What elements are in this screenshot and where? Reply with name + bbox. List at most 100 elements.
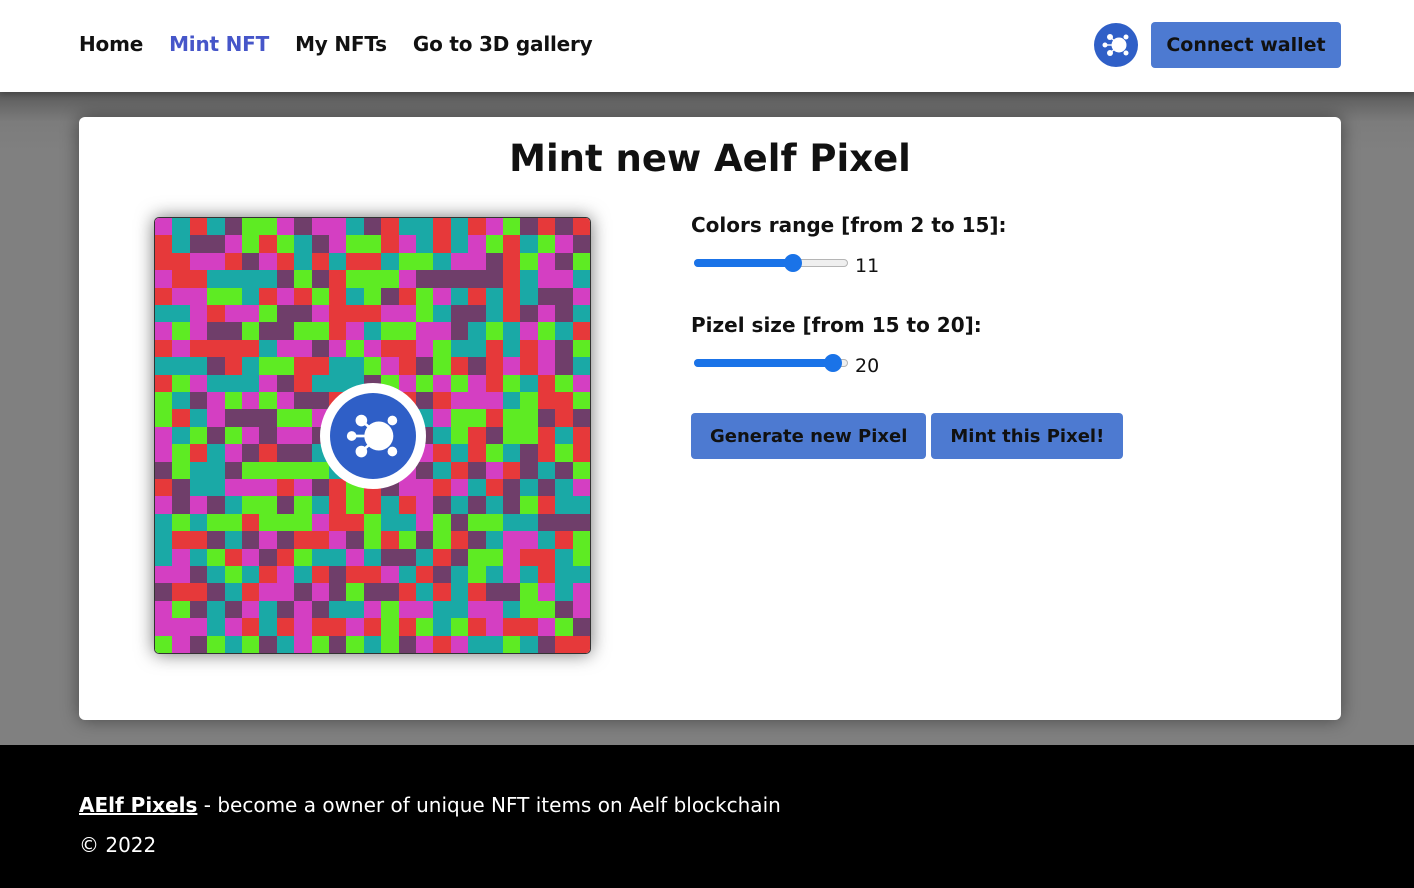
pixel-cell — [485, 548, 503, 566]
pixel-cell — [172, 270, 190, 288]
pixel-cell — [537, 235, 556, 253]
slider-thumb[interactable] — [784, 254, 802, 272]
pixel-cell — [450, 235, 469, 253]
footer-brand-link[interactable]: AElf Pixels — [79, 793, 197, 817]
pixel-cell — [276, 583, 295, 601]
pixel-cell — [346, 618, 364, 636]
generate-pixel-button[interactable]: Generate new Pixel — [691, 413, 927, 459]
slider-thumb[interactable] — [824, 354, 842, 372]
pixel-cell — [572, 478, 590, 497]
pixel-cell — [485, 426, 503, 445]
pixel-cell — [450, 409, 469, 427]
pixel-cell — [433, 565, 451, 584]
aelf-logo-icon[interactable] — [1094, 23, 1138, 67]
pixel-cell — [572, 426, 590, 445]
pixel-cell — [207, 357, 225, 375]
pixel-cell — [537, 478, 556, 497]
pixel-cell — [363, 357, 382, 375]
pixel-cell — [502, 270, 521, 288]
pixel-size-slider[interactable] — [691, 351, 851, 375]
pixel-cell — [241, 322, 260, 340]
pixel-cell — [224, 583, 242, 601]
pixel-cell — [207, 374, 225, 392]
pixel-cell — [555, 565, 573, 584]
pixel-cell — [520, 322, 538, 340]
footer-tagline-line: AElf Pixels - become a owner of unique N… — [79, 793, 781, 817]
pixel-cell — [572, 409, 590, 427]
pixel-cell — [224, 461, 242, 479]
pixel-cell — [294, 304, 312, 323]
pixel-cell — [450, 600, 469, 619]
pixel-cell — [276, 252, 295, 271]
pixel-cell — [502, 409, 521, 427]
pixel-cell — [346, 304, 364, 323]
pixel-cell — [346, 531, 364, 549]
pixel-cell — [433, 304, 451, 323]
pixel-cell — [189, 635, 208, 653]
pixel-cell — [572, 304, 590, 323]
footer-copyright: © 2022 — [79, 833, 157, 857]
pixel-cell — [276, 461, 295, 479]
main-nav: Home Mint NFT My NFTs Go to 3D gallery — [79, 32, 593, 56]
pixel-cell — [485, 618, 503, 636]
pixel-cell — [224, 252, 242, 271]
pixel-cell — [328, 357, 347, 375]
nav-3d-gallery[interactable]: Go to 3D gallery — [413, 32, 593, 56]
pixel-cell — [381, 287, 399, 305]
pixel-cell — [207, 478, 225, 497]
nav-my-nfts[interactable]: My NFTs — [295, 32, 387, 56]
pixel-cell — [520, 496, 538, 514]
pixel-cell — [485, 565, 503, 584]
pixel-cell — [415, 600, 434, 619]
pixel-cell — [276, 513, 295, 532]
pixel-cell — [224, 357, 242, 375]
pixel-cell — [241, 478, 260, 497]
pixel-cell — [363, 565, 382, 584]
pixel-cell — [172, 339, 190, 358]
pixel-cell — [433, 426, 451, 445]
pixel-cell — [259, 322, 277, 340]
pixel-cell — [450, 374, 469, 392]
pixel-cell — [381, 600, 399, 619]
pixel-cell — [555, 600, 573, 619]
pixel-cell — [450, 531, 469, 549]
pixel-cell — [224, 391, 242, 410]
pixel-cell — [485, 461, 503, 479]
pixel-cell — [241, 548, 260, 566]
nav-mint-nft[interactable]: Mint NFT — [169, 32, 269, 56]
pixel-cell — [294, 565, 312, 584]
pixel-cell — [155, 444, 173, 462]
pixel-cell — [485, 444, 503, 462]
pixel-cell — [294, 426, 312, 445]
pixel-cell — [311, 339, 329, 358]
pixel-cell — [155, 461, 173, 479]
page-title: Mint new Aelf Pixel — [509, 137, 911, 180]
pixel-cell — [520, 618, 538, 636]
pixel-cell — [433, 322, 451, 340]
pixel-cell — [259, 252, 277, 271]
pixel-cell — [433, 270, 451, 288]
pixel-cell — [189, 548, 208, 566]
pixel-cell — [381, 618, 399, 636]
pixel-cell — [311, 583, 329, 601]
pixel-cell — [433, 513, 451, 532]
pixel-cell — [450, 618, 469, 636]
pixel-cell — [328, 287, 347, 305]
connect-wallet-button[interactable]: Connect wallet — [1151, 22, 1341, 68]
pixel-cell — [415, 461, 434, 479]
pixel-cell — [415, 287, 434, 305]
colors-range-slider[interactable] — [691, 251, 851, 275]
pixel-cell — [485, 304, 503, 323]
pixel-cell — [259, 461, 277, 479]
aelf-logo-icon — [330, 393, 416, 479]
nav-home[interactable]: Home — [79, 32, 143, 56]
pixel-cell — [572, 252, 590, 271]
pixel-cell — [155, 426, 173, 445]
pixel-cell — [572, 496, 590, 514]
pixel-cell — [468, 252, 486, 271]
pixel-cell — [189, 304, 208, 323]
slider-fill — [694, 259, 793, 267]
pixel-cell — [328, 478, 347, 497]
mint-pixel-button[interactable]: Mint this Pixel! — [931, 413, 1124, 459]
pixel-cell — [276, 374, 295, 392]
